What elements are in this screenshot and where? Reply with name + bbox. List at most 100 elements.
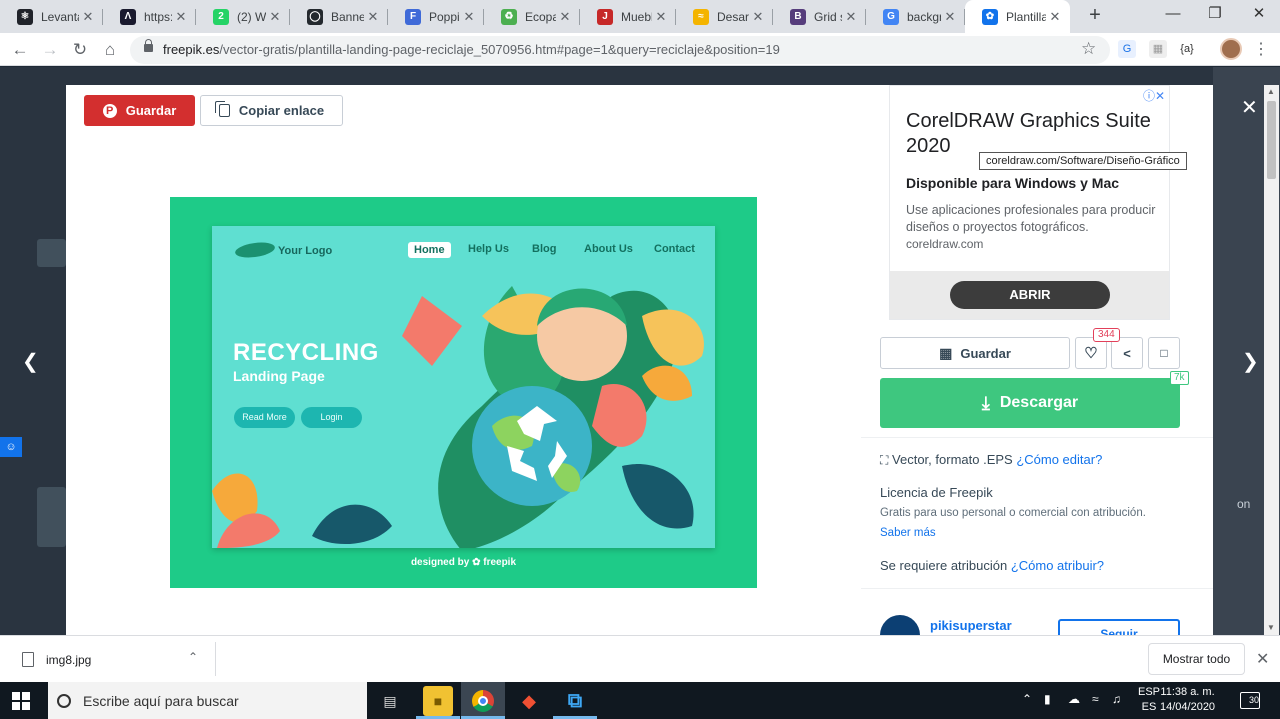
how-to-attribute-link[interactable]: ¿Cómo atribuir?: [1011, 558, 1104, 573]
divider: [861, 437, 1213, 438]
girl-hugging-earth-illustration: [312, 286, 704, 548]
json-extension-icon[interactable]: {a}: [1178, 40, 1196, 58]
expand-icon: ⛶: [880, 453, 889, 467]
close-tab-icon[interactable]: ✕: [172, 9, 190, 25]
close-tab-icon[interactable]: ✕: [1046, 9, 1064, 25]
close-tab-icon[interactable]: ✕: [266, 9, 284, 25]
maximize-button[interactable]: ❐: [1192, 0, 1238, 30]
task-view-icon[interactable]: ▤: [375, 686, 405, 716]
back-button[interactable]: ←: [8, 38, 32, 62]
git-icon[interactable]: ◆: [514, 686, 544, 716]
tab-title: Ecopay: [525, 9, 556, 24]
advertisement-card[interactable]: ⓘ✕ CorelDRAW Graphics Suite 2020 coreldr…: [889, 85, 1187, 320]
license-text: Gratis para uso personal o comercial con…: [880, 507, 1146, 519]
scroll-up-icon[interactable]: ▲: [1267, 87, 1275, 96]
heart-icon: ♡: [1084, 345, 1098, 362]
modal-scrollbar[interactable]: ▲ ▼: [1264, 85, 1279, 635]
notifications-icon[interactable]: 30: [1240, 692, 1260, 709]
copy-link-button[interactable]: Copiar enlace: [200, 95, 343, 126]
mockup-nav-contact: Contact: [654, 243, 695, 255]
tab-5[interactable]: ♻ Ecopay✕: [484, 0, 580, 33]
leaf-logo-icon: [234, 240, 276, 260]
tab-10[interactable]: ✿ Plantilla ✕: [965, 0, 1070, 33]
system-clock[interactable]: 11:38 a. m. 14/04/2020: [1160, 685, 1215, 715]
resource-preview-image[interactable]: Your Logo Home Help Us Blog About Us Con…: [170, 197, 757, 588]
close-tab-icon[interactable]: ✕: [842, 9, 860, 25]
taskbar-search[interactable]: Escribe aquí para buscar: [48, 682, 367, 719]
onedrive-icon[interactable]: ☁: [1068, 692, 1080, 706]
new-tab-button[interactable]: +: [1083, 4, 1107, 28]
bookmark-star-icon[interactable]: ☆: [1081, 39, 1096, 59]
tab-8[interactable]: B Grid sy✕: [773, 0, 866, 33]
save-collection-button[interactable]: ▦ Guardar: [880, 337, 1070, 369]
wifi-icon[interactable]: ≈: [1092, 692, 1099, 706]
attribution-text: Se requiere atribución: [880, 558, 1008, 573]
close-tab-icon[interactable]: ✕: [749, 9, 767, 25]
scrollbar-thumb[interactable]: [1267, 101, 1276, 179]
save-collection-label: Guardar: [960, 345, 1011, 361]
recycle-icon: ♻: [501, 8, 517, 25]
download-label: Descargar: [999, 394, 1079, 411]
close-tab-icon[interactable]: ✕: [364, 9, 382, 25]
tray-chevron-icon[interactable]: ⌃: [1022, 692, 1032, 706]
tab-6[interactable]: J Mueble✕: [580, 0, 676, 33]
how-to-edit-link[interactable]: ¿Cómo editar?: [1016, 452, 1102, 467]
tab-0[interactable]: ⚛ Levanta✕: [0, 0, 103, 33]
windows-start-icon[interactable]: [12, 692, 30, 710]
battery-icon[interactable]: ▮: [1044, 692, 1051, 706]
vscode-icon[interactable]: ⧉: [560, 686, 590, 716]
profile-avatar[interactable]: [1220, 38, 1242, 60]
close-window-button[interactable]: ✕: [1236, 0, 1280, 30]
close-tab-icon[interactable]: ✕: [556, 9, 574, 25]
close-tab-icon[interactable]: ✕: [941, 9, 959, 25]
windows-taskbar: Escribe aquí para buscar ▤ ■ ◆ ⧉ ⌃ ▮ ☁ ≈…: [0, 682, 1280, 719]
resource-modal: P Guardar Copiar enlace Your Logo Home H…: [66, 85, 1279, 655]
show-all-button[interactable]: Mostrar todo: [1148, 643, 1245, 675]
previous-arrow-icon[interactable]: ❮: [22, 349, 39, 374]
pinterest-save-button[interactable]: P Guardar: [84, 95, 195, 126]
chrome-icon[interactable]: [468, 686, 498, 716]
downloaded-file[interactable]: img8.jpg: [46, 653, 91, 667]
extension-icon[interactable]: ▦: [1149, 40, 1167, 58]
url-text[interactable]: freepik.es/vector-gratis/plantilla-landi…: [163, 42, 780, 57]
tab-9[interactable]: Gbackgr ✕: [866, 0, 965, 33]
address-bar[interactable]: freepik.es/vector-gratis/plantilla-landi…: [130, 36, 1110, 64]
divider: [861, 588, 1213, 589]
tab-7[interactable]: ≈ Desarr✕: [676, 0, 773, 33]
mockup-nav-help: Help Us: [468, 243, 509, 255]
j-icon: J: [597, 8, 613, 25]
reload-button[interactable]: ↻: [68, 38, 92, 62]
browser-menu-icon[interactable]: ⋮: [1253, 39, 1269, 59]
ad-open-button[interactable]: ABRIR: [950, 281, 1110, 309]
whatsapp-icon: 2: [213, 8, 229, 25]
tab-3[interactable]: ◯ Banner✕: [290, 0, 388, 33]
comment-button[interactable]: □: [1148, 337, 1180, 369]
mockup-nav-about: About Us: [584, 243, 633, 255]
feedback-badge-icon[interactable]: ☺: [0, 437, 22, 457]
file-explorer-icon[interactable]: ■: [423, 686, 453, 716]
ad-choices-close-icon[interactable]: ⓘ✕: [1143, 87, 1165, 104]
share-icon: <: [1123, 345, 1131, 361]
home-button[interactable]: ⌂: [98, 38, 122, 62]
chevron-up-icon[interactable]: ⌃: [188, 650, 198, 664]
close-modal-icon[interactable]: ✕: [1241, 95, 1258, 120]
tab-1[interactable]: Λhttps://✕: [103, 0, 196, 33]
tab-2[interactable]: 2 (2) Wha✕: [196, 0, 290, 33]
pinterest-icon: P: [102, 103, 117, 118]
close-downloads-icon[interactable]: ✕: [1256, 649, 1269, 669]
next-arrow-icon[interactable]: ❯: [1242, 349, 1259, 374]
learn-more-link[interactable]: Saber más: [880, 527, 936, 539]
translate-icon[interactable]: G: [1118, 40, 1136, 58]
close-tab-icon[interactable]: ✕: [460, 9, 478, 25]
scroll-down-icon[interactable]: ▼: [1267, 623, 1275, 632]
close-tab-icon[interactable]: ✕: [652, 9, 670, 25]
browser-toolbar: ← → ↻ ⌂ freepik.es/vector-gratis/plantil…: [0, 33, 1280, 66]
minimize-button[interactable]: —: [1150, 0, 1196, 30]
language-indicator[interactable]: ESP ES: [1138, 685, 1160, 715]
volume-icon[interactable]: ♫: [1112, 692, 1121, 706]
author-name[interactable]: pikisuperstar: [930, 618, 1012, 633]
download-button[interactable]: ⤓ Descargar: [880, 378, 1180, 428]
close-tab-icon[interactable]: ✕: [79, 9, 97, 25]
tab-4[interactable]: F Poppin✕: [388, 0, 484, 33]
forward-button[interactable]: →: [38, 38, 62, 62]
